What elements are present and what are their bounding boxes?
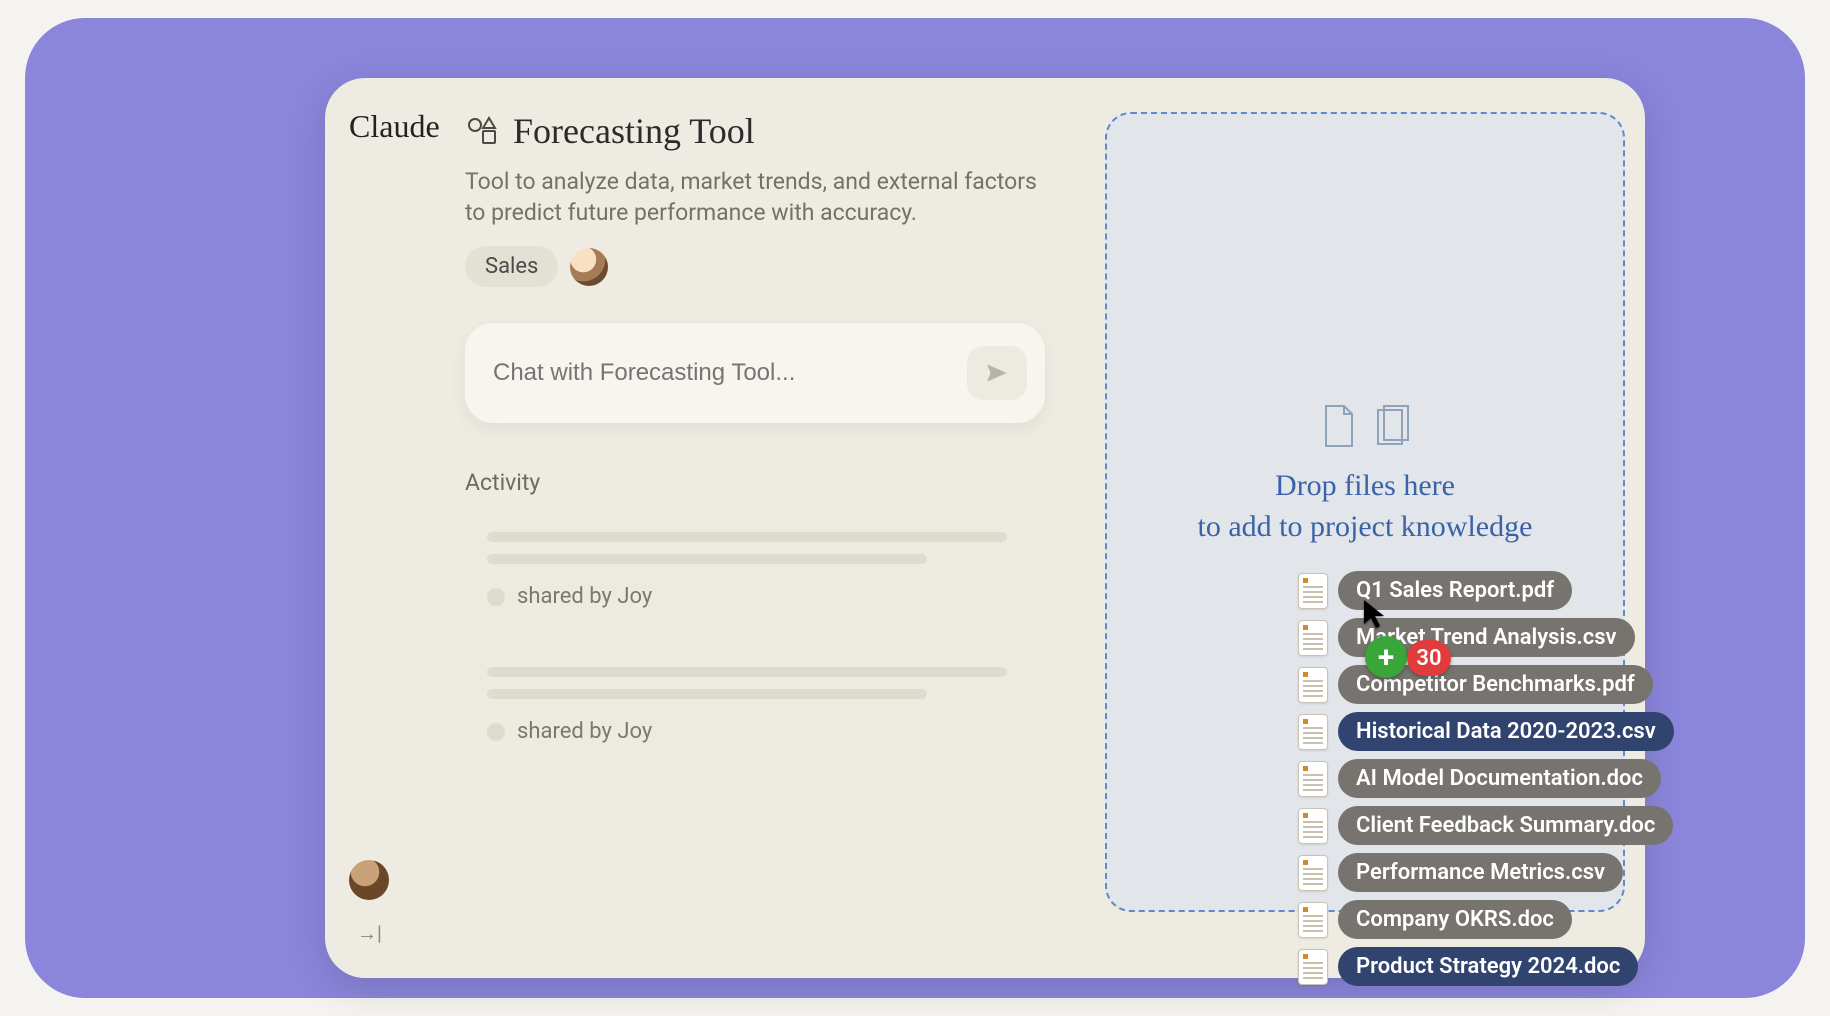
dragged-file: Client Feedback Summary.doc (1298, 806, 1674, 845)
file-name-pill: AI Model Documentation.doc (1338, 759, 1661, 798)
drag-count-badge: 30 (1407, 640, 1451, 676)
brand-logo: Claude (349, 108, 440, 145)
documents-icon (1107, 404, 1623, 448)
file-name-pill: Product Strategy 2024.doc (1338, 947, 1638, 986)
drag-add-icon: + (1365, 636, 1407, 678)
activity-item[interactable]: shared by Joy (465, 651, 1035, 766)
drop-line1: Drop files here (1107, 466, 1623, 507)
avatar-placeholder (487, 723, 505, 741)
file-name-pill: Company OKRS.doc (1338, 900, 1572, 939)
collapse-sidebar-icon[interactable]: →| (357, 921, 382, 946)
file-icon (1298, 761, 1328, 797)
dragged-file: Performance Metrics.csv (1298, 853, 1674, 892)
project-title: Forecasting Tool (513, 110, 755, 152)
file-name-pill: Client Feedback Summary.doc (1338, 806, 1673, 845)
dragged-file: Market Trend Analysis.csv (1298, 618, 1674, 657)
skeleton-line (487, 689, 927, 699)
project-tag[interactable]: Sales (465, 246, 558, 287)
project-description: Tool to analyze data, market trends, and… (465, 166, 1045, 228)
file-icon (1298, 620, 1328, 656)
current-user-avatar[interactable] (349, 860, 389, 900)
file-icon (1298, 949, 1328, 985)
file-icon (1298, 667, 1328, 703)
drop-zone-text: Drop files here to add to project knowle… (1107, 466, 1623, 547)
dragged-file: Company OKRS.doc (1298, 900, 1674, 939)
activity-heading: Activity (465, 469, 1085, 496)
shapes-icon (465, 114, 499, 148)
file-icon (1298, 573, 1328, 609)
file-icon (1298, 902, 1328, 938)
file-name-pill: Historical Data 2020-2023.csv (1338, 712, 1674, 751)
skeleton-line (487, 532, 1007, 542)
shared-by-label: shared by Joy (517, 719, 652, 744)
dragged-file: Historical Data 2020-2023.csv (1298, 712, 1674, 751)
dragged-file: Product Strategy 2024.doc (1298, 947, 1674, 986)
app-background: Claude Forecasting Tool Tool to analyze … (25, 18, 1805, 998)
file-icon (1298, 855, 1328, 891)
file-icon (1298, 808, 1328, 844)
activity-item[interactable]: shared by Joy (465, 516, 1035, 631)
skeleton-line (487, 667, 1007, 677)
file-name-pill: Performance Metrics.csv (1338, 853, 1623, 892)
shared-by-label: shared by Joy (517, 584, 652, 609)
cursor-icon (1362, 598, 1388, 630)
send-icon (984, 360, 1010, 386)
chat-input-container[interactable] (465, 323, 1045, 423)
dragged-file: AI Model Documentation.doc (1298, 759, 1674, 798)
dragged-file: Competitor Benchmarks.pdf (1298, 665, 1674, 704)
main-column: Forecasting Tool Tool to analyze data, m… (465, 110, 1085, 766)
send-button[interactable] (967, 346, 1027, 400)
avatar-placeholder (487, 588, 505, 606)
drop-line2: to add to project knowledge (1107, 507, 1623, 548)
dragged-file: Q1 Sales Report.pdf (1298, 571, 1674, 610)
skeleton-line (487, 554, 927, 564)
chat-input[interactable] (493, 359, 933, 387)
member-avatar[interactable] (570, 248, 608, 286)
dragged-files-stack: Q1 Sales Report.pdf Market Trend Analysis… (1298, 571, 1674, 986)
project-card: Claude Forecasting Tool Tool to analyze … (325, 78, 1645, 978)
file-icon (1298, 714, 1328, 750)
